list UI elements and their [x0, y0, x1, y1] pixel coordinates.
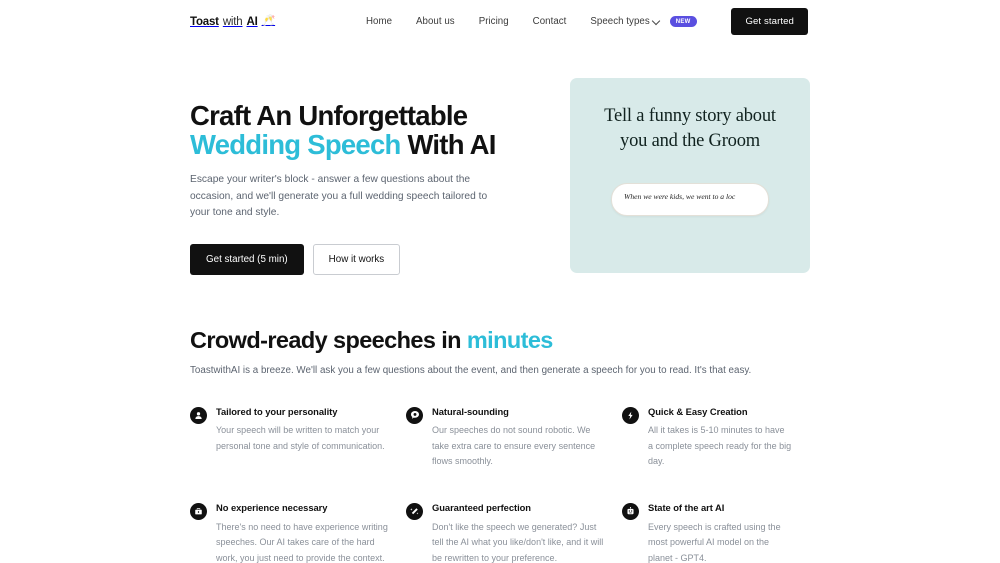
- logo-text-toast: Toast: [190, 15, 219, 28]
- hero-demo-card: Tell a funny story about you and the Gro…: [570, 78, 810, 273]
- feature-description: There's no need to have experience writi…: [216, 521, 388, 563]
- speech-bubble-icon: [406, 406, 423, 424]
- hero-copy: Craft An Unforgettable Wedding Speech Wi…: [190, 78, 520, 275]
- feature-text: Guaranteed perfection Don't like the spe…: [432, 502, 604, 563]
- robot-icon: [622, 503, 639, 521]
- new-badge: NEW: [669, 16, 697, 27]
- hero-heading-line2-rest: With AI: [407, 128, 496, 160]
- top-navigation-bar: Toast with AI 🥂 Home About us Pricing Cont…: [0, 0, 1000, 43]
- features-heading: Crowd-ready speeches in minutes: [190, 327, 810, 354]
- site-logo[interactable]: Toast with AI 🥂: [190, 16, 275, 28]
- feature-description: Don't like the speech we generated? Just…: [432, 521, 604, 563]
- feature-card: Natural-sounding Our speeches do not sou…: [406, 406, 622, 470]
- features-heading-accent: minutes: [466, 327, 554, 353]
- features-grid: Tailored to your personality Your speech…: [190, 406, 810, 563]
- hero-how-it-works-button[interactable]: How it works: [312, 243, 401, 275]
- nav-get-started-button[interactable]: Get started: [731, 8, 808, 35]
- speech-types-label: Speech types: [590, 16, 650, 27]
- feature-description: All it takes is 5-10 minutes to have a c…: [648, 425, 792, 466]
- feature-title: Tailored to your personality: [216, 405, 338, 417]
- briefcase-icon: [190, 503, 207, 521]
- nav-item-contact[interactable]: Contact: [533, 16, 567, 27]
- landing-page: Toast with AI 🥂 Home About us Pricing Cont…: [0, 0, 1000, 563]
- chevron-down-icon: [653, 17, 660, 24]
- feature-description: Every speech is crafted using the most p…: [648, 521, 781, 563]
- feature-text: Natural-sounding Our speeches do not sou…: [432, 406, 604, 470]
- logo-text-with: with: [222, 15, 243, 28]
- nav-item-pricing[interactable]: Pricing: [479, 16, 509, 27]
- primary-nav-links: Home About us Pricing Contact Speech typ…: [366, 16, 697, 27]
- feature-card: Tailored to your personality Your speech…: [190, 406, 406, 470]
- feature-card: State of the art AI Every speech is craf…: [622, 502, 810, 563]
- champagne-glass-icon: 🥂: [261, 15, 276, 27]
- feature-title: Quick & Easy Creation: [648, 405, 748, 417]
- feature-text: Quick & Easy Creation All it takes is 5-…: [648, 406, 792, 470]
- demo-answer-input[interactable]: When we were kids, we went to a loc: [611, 183, 769, 217]
- sparkle-wand-icon: [406, 503, 423, 521]
- lightning-bolt-icon: [622, 406, 639, 424]
- hero-heading: Craft An Unforgettable Wedding Speech Wi…: [190, 100, 520, 160]
- feature-description: Our speeches do not sound robotic. We ta…: [432, 425, 596, 466]
- hero-heading-line1: Craft An Unforgettable: [190, 100, 468, 131]
- features-subtitle: ToastwithAI is a breeze. We'll ask you a…: [190, 364, 752, 376]
- nav-item-speech-types[interactable]: Speech types NEW: [590, 16, 697, 27]
- feature-title: Guaranteed perfection: [432, 502, 531, 514]
- feature-text: No experience necessary There's no need …: [216, 502, 388, 563]
- hero-section: Craft An Unforgettable Wedding Speech Wi…: [190, 78, 810, 275]
- feature-title: No experience necessary: [216, 502, 328, 514]
- demo-question-text: Tell a funny story about you and the Gro…: [604, 106, 776, 151]
- person-icon: [190, 406, 207, 424]
- hero-cta-group: Get started (5 min) How it works: [190, 243, 520, 275]
- features-heading-main: Crowd-ready speeches in: [190, 327, 462, 353]
- hero-heading-accent: Wedding Speech: [190, 128, 401, 160]
- feature-card: Quick & Easy Creation All it takes is 5-…: [622, 406, 810, 470]
- feature-title: Natural-sounding: [432, 405, 509, 417]
- feature-card: No experience necessary There's no need …: [190, 502, 406, 563]
- features-section: Crowd-ready speeches in minutes Toastwit…: [190, 327, 810, 563]
- hero-subtitle: Escape your writer's block - answer a fe…: [190, 174, 488, 219]
- nav-item-home[interactable]: Home: [366, 16, 392, 27]
- logo-text-ai: AI: [246, 15, 258, 28]
- feature-text: State of the art AI Every speech is craf…: [648, 502, 792, 563]
- feature-text: Tailored to your personality Your speech…: [216, 406, 388, 470]
- nav-item-about-us[interactable]: About us: [416, 16, 455, 27]
- feature-title: State of the art AI: [648, 502, 725, 514]
- hero-get-started-button[interactable]: Get started (5 min): [190, 243, 304, 275]
- feature-card: Guaranteed perfection Don't like the spe…: [406, 502, 622, 563]
- feature-description: Your speech will be written to match you…: [216, 425, 385, 451]
